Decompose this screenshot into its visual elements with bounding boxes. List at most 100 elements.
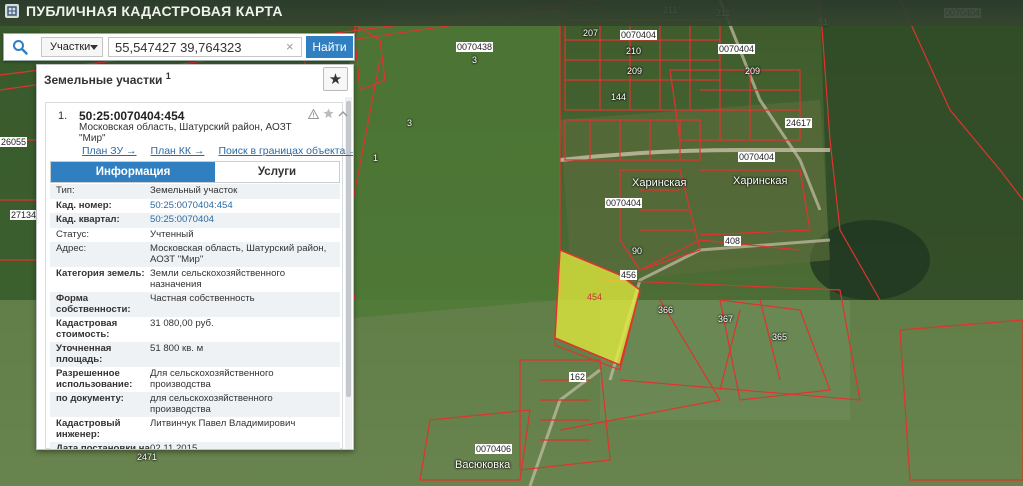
map-label: 0070404 (718, 44, 756, 54)
map-label: 27134 (10, 210, 38, 220)
info-row-value: Земельный участок (150, 185, 238, 196)
map-place-label: Харинская (733, 175, 788, 187)
item-tabs: Информация Услуги (50, 161, 340, 183)
map-label: 366 (658, 305, 674, 315)
info-row-label: Кад. номер: (56, 199, 112, 211)
map-label: 0070404 (738, 152, 776, 162)
info-row-value: 31 080,00 руб. (150, 318, 214, 329)
warning-icon[interactable] (308, 108, 319, 119)
info-row: Кад. номер: 50:25:0070404:454 (50, 199, 340, 214)
star-icon[interactable] (323, 108, 334, 119)
map-label: 210 (626, 46, 642, 56)
info-row-value: Учтенный (150, 228, 194, 240)
app-logo-icon (5, 4, 19, 18)
item-actions (308, 108, 348, 119)
brand: ПУБЛИЧНАЯ КАДАСТРОВАЯ КАРТА (4, 3, 283, 19)
object-type-select[interactable]: Участки (41, 37, 103, 57)
search-input[interactable] (108, 37, 302, 57)
map-label: 367 (718, 314, 734, 324)
map-label: 0070404 (605, 198, 643, 208)
top-bar: ПУБЛИЧНАЯ КАДАСТРОВАЯ КАРТА (0, 0, 1023, 26)
info-row-value: 02.11.2015 (150, 443, 198, 450)
info-row: Форма собственности: Частная собственност… (50, 292, 340, 317)
info-row: Дата постановки на учет:02.11.2015 (50, 442, 340, 450)
map-label: 162 (569, 372, 587, 382)
map-label: 1 (373, 153, 379, 163)
info-row-value: Литвинчук Павел Владимирович (150, 418, 296, 429)
item-cad-number[interactable]: 50:25:0070404:454 (79, 109, 184, 123)
info-row-value: Московская область, Шатурский район, АОЗ… (150, 243, 327, 265)
info-table: Тип: Земельный участок Кад. номер: 50:25:00… (50, 184, 340, 450)
info-row-value: Для сельскохозяйственного производства (150, 368, 274, 390)
map-label: 3 (407, 118, 413, 128)
result-item: 1. 50:25:0070404:454 Московская область,… (45, 102, 353, 450)
map-label: 365 (772, 332, 788, 342)
clear-search-icon[interactable]: × (286, 39, 294, 54)
info-row-label: Форма собственности: (56, 293, 131, 315)
info-row: Кадастровый инженер: Литвинчук Павел Влад… (50, 417, 340, 442)
info-row-label: Уточненная площадь: (56, 343, 112, 365)
map-place-label: Васюковка (455, 459, 511, 471)
results-panel: Земельные участки 1 ★ 1. 50:25:0070404:4… (36, 64, 354, 450)
map-label: 454 (587, 292, 603, 302)
tab-services[interactable]: Услуги (215, 162, 339, 182)
chevron-up-icon[interactable] (338, 110, 348, 118)
info-row-label: Статус: (56, 228, 89, 240)
app-title: ПУБЛИЧНАЯ КАДАСТРОВАЯ КАРТА (26, 3, 283, 19)
star-icon: ★ (328, 71, 343, 88)
map-label: 90 (632, 246, 643, 256)
map-label: 3 (472, 55, 478, 65)
find-button[interactable]: Найти (306, 36, 353, 58)
info-row-value: Земли сельскохозяйственного назначения (150, 268, 286, 290)
search-toggle[interactable] (4, 34, 36, 60)
info-row-label: Дата постановки на учет: (56, 443, 150, 450)
plan-links: План ЗУ → План КК → Поиск в границах объ… (82, 145, 353, 157)
info-row: Тип: Земельный участок (50, 184, 340, 199)
info-row-label: Разрешенное использование: (56, 368, 133, 390)
result-count: 1 (165, 71, 171, 81)
info-row-value[interactable]: 50:25:0070404 (150, 214, 340, 226)
panel-title-text: Земельные участки (44, 73, 163, 87)
info-row: Разрешенное использование: Для сельскохоз… (50, 367, 340, 392)
info-row-label: Тип: (56, 185, 75, 196)
info-row-value: 51 800 кв. м (150, 343, 204, 354)
info-row: по документу: для сельскохозяйственного п… (50, 392, 340, 417)
object-type-label: Участки (50, 41, 91, 53)
map-label: 0070404 (620, 30, 658, 40)
map-label: 24617 (785, 118, 813, 128)
favorite-button[interactable]: ★ (323, 67, 348, 91)
search-bar: Участки × Найти (3, 33, 355, 61)
panel-title: Земельные участки 1 (44, 71, 171, 87)
map-label: 456 (620, 270, 638, 280)
map-label: 2471 (137, 452, 158, 462)
info-row-label: Категория земель: (56, 268, 145, 279)
map-label: 408 (724, 236, 742, 246)
panel-header: Земельные участки 1 ★ (37, 65, 353, 95)
tab-information[interactable]: Информация (51, 162, 215, 182)
info-row: Адрес: Московская область, Шатурский райо… (50, 242, 340, 267)
info-row-label: по документу: (56, 393, 124, 404)
chevron-down-icon (90, 45, 98, 50)
info-row-value: Частная собственность (150, 293, 255, 304)
plan-zu-link[interactable]: План ЗУ → (82, 145, 137, 157)
map-label: 209 (627, 66, 643, 76)
info-row-value: для сельскохозяйственного производства (150, 393, 273, 415)
map-label: 26055 (0, 137, 28, 147)
info-row-label: Кад. квартал: (56, 214, 120, 225)
map-label: 207 (583, 28, 599, 38)
map-label: 144 (611, 92, 627, 102)
search-in-bounds-link[interactable]: Поиск в границах объекта → (218, 145, 353, 157)
item-address: Московская область, Шатурский район, АОЗ… (79, 122, 292, 144)
info-row-label: Адрес: (56, 243, 87, 254)
map-label: 0070406 (475, 444, 513, 454)
info-row-label: Кадастровый инженер: (56, 418, 121, 440)
info-row: Статус: Учтенный (50, 228, 340, 243)
map-label: 209 (745, 66, 761, 76)
plan-kk-link[interactable]: План КК → (151, 145, 205, 157)
info-row: Кад. квартал: 50:25:0070404 (50, 213, 340, 228)
info-row: Категория земель: Земли сельскохозяйствен… (50, 267, 340, 292)
info-row: Кадастровая стоимость: 31 080,00 руб. (50, 317, 340, 342)
map-place-label: Харинская (632, 177, 687, 189)
info-row-value[interactable]: 50:25:0070404:454 (150, 200, 340, 212)
map-label: 0070438 (456, 42, 494, 52)
